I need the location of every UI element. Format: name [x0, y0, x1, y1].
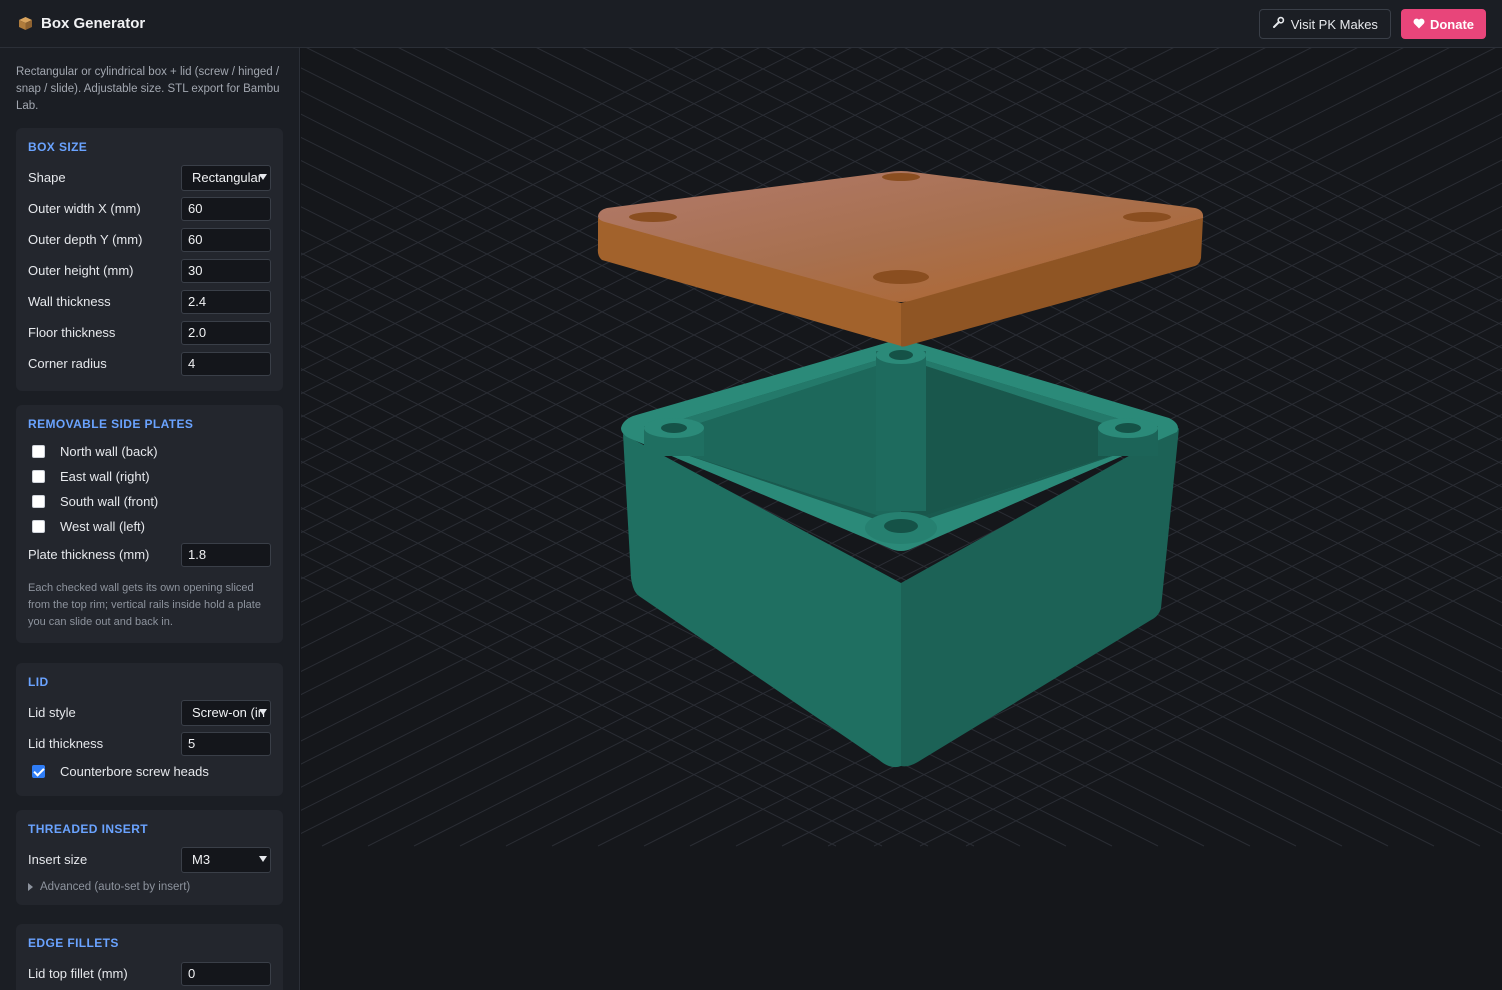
corner-input[interactable]	[181, 351, 271, 376]
lid-style-select[interactable]: Screw-on (in	[181, 699, 271, 726]
floor-label: Floor thickness	[28, 325, 116, 340]
counterbore-row[interactable]: Counterbore screw heads	[28, 759, 271, 784]
floor-row: Floor thickness	[28, 317, 271, 348]
chevron-down-icon	[259, 173, 267, 180]
west-wall-row[interactable]: West wall (left)	[28, 514, 271, 539]
advanced-toggle[interactable]: Advanced (auto-set by insert)	[28, 881, 271, 893]
north-wall-label: North wall (back)	[60, 444, 158, 459]
donate-button[interactable]: Donate	[1400, 9, 1486, 39]
lid-top-fillet-input[interactable]	[181, 961, 271, 986]
south-wall-row[interactable]: South wall (front)	[28, 489, 271, 514]
fillets-panel: EDGE FILLETS Lid top fillet (mm)	[16, 924, 283, 990]
box-icon	[18, 16, 33, 31]
lid-top-fillet-row: Lid top fillet (mm)	[28, 958, 271, 989]
height-label: Outer height (mm)	[28, 263, 134, 278]
donate-label: Donate	[1429, 16, 1474, 32]
south-wall-label: South wall (front)	[60, 494, 159, 509]
sidebar: Rectangular or cylindrical box + lid (sc…	[0, 48, 300, 990]
plate-thickness-row: Plate thickness (mm)	[28, 539, 271, 570]
wall-row: Wall thickness	[28, 286, 271, 317]
wrench-icon	[1272, 16, 1285, 32]
depth-row: Outer depth Y (mm)	[28, 224, 271, 255]
insert-panel: THREADED INSERT Insert size M3 Advanced …	[16, 810, 283, 905]
app-title: Box Generator	[41, 15, 146, 32]
corner-row: Corner radius	[28, 348, 271, 379]
lid-model	[597, 171, 1204, 347]
lid-style-label: Lid style	[28, 705, 76, 720]
height-input[interactable]	[181, 258, 271, 283]
lid-top-fillet-label: Lid top fillet (mm)	[28, 966, 128, 981]
east-wall-label: East wall (right)	[60, 469, 150, 484]
counterbore-checkbox[interactable]	[32, 765, 45, 778]
wall-label: Wall thickness	[28, 294, 111, 309]
3d-scene[interactable]	[301, 48, 1502, 990]
north-wall-row[interactable]: North wall (back)	[28, 439, 271, 464]
side-plates-panel: REMOVABLE SIDE PLATES North wall (back) …	[16, 405, 283, 643]
width-input[interactable]	[181, 196, 271, 221]
intro-text: Rectangular or cylindrical box + lid (sc…	[16, 66, 280, 112]
lid-panel: LID Lid style Screw-on (in Lid thickness…	[16, 663, 283, 796]
insert-size-select[interactable]: M3	[181, 846, 271, 873]
width-row: Outer width X (mm)	[28, 193, 271, 224]
box-model	[621, 340, 1179, 768]
west-wall-label: West wall (left)	[60, 519, 145, 534]
insert-size-label: Insert size	[28, 852, 88, 867]
depth-label: Outer depth Y (mm)	[28, 232, 143, 247]
north-wall-checkbox[interactable]	[32, 445, 45, 458]
box-size-title: BOX SIZE	[28, 140, 88, 154]
counterbore-label: Counterbore screw heads	[60, 764, 209, 779]
lid-style-row: Lid style Screw-on (in	[28, 697, 271, 728]
south-wall-checkbox[interactable]	[32, 495, 45, 508]
east-wall-row[interactable]: East wall (right)	[28, 464, 271, 489]
east-wall-checkbox[interactable]	[32, 470, 45, 483]
insert-size-row: Insert size M3	[28, 844, 271, 875]
lid-thickness-label: Lid thickness	[28, 736, 104, 751]
visit-label: Visit PK Makes	[1290, 16, 1378, 32]
insert-size-value: M3	[192, 852, 211, 867]
lid-thickness-input[interactable]	[181, 731, 271, 756]
side-plates-title: REMOVABLE SIDE PLATES	[28, 417, 194, 431]
brand: Box Generator	[18, 15, 145, 32]
box-size-panel: BOX SIZE Shape Rectangular Outer width X…	[16, 128, 283, 391]
chevron-down-icon	[259, 855, 267, 862]
corner-label: Corner radius	[28, 356, 107, 371]
shape-row: Shape Rectangular	[28, 162, 271, 193]
3d-viewport[interactable]	[301, 48, 1502, 990]
shape-select[interactable]: Rectangular	[181, 164, 271, 191]
plate-thickness-input[interactable]	[181, 542, 271, 567]
side-plates-note: Each checked wall gets its own opening s…	[28, 582, 261, 628]
height-row: Outer height (mm)	[28, 255, 271, 286]
wall-input[interactable]	[181, 289, 271, 314]
top-bar: Box Generator Visit PK Makes Donate	[0, 0, 1502, 48]
visit-pk-makes-button[interactable]: Visit PK Makes	[1258, 9, 1391, 39]
lid-title: LID	[28, 675, 49, 689]
width-label: Outer width X (mm)	[28, 201, 141, 216]
plate-thickness-label: Plate thickness (mm)	[28, 547, 150, 562]
advanced-label: Advanced (auto-set by insert)	[40, 881, 191, 893]
lid-thickness-row: Lid thickness	[28, 728, 271, 759]
west-wall-checkbox[interactable]	[32, 520, 45, 533]
disclosure-triangle-icon	[28, 883, 33, 891]
insert-title: THREADED INSERT	[28, 822, 149, 836]
shape-label: Shape	[28, 170, 66, 185]
floor-input[interactable]	[181, 320, 271, 345]
heart-icon	[1413, 17, 1425, 32]
chevron-down-icon	[259, 708, 267, 715]
shape-value: Rectangular	[192, 170, 263, 185]
fillets-title: EDGE FILLETS	[28, 936, 119, 950]
depth-input[interactable]	[181, 227, 271, 252]
lid-style-value: Screw-on (in	[192, 705, 265, 720]
